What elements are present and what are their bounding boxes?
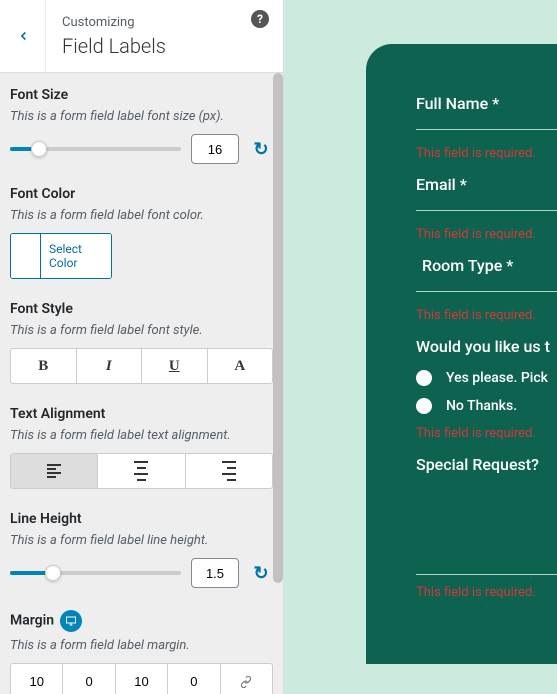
font-style-bold[interactable]: B — [11, 349, 77, 383]
font-style-case[interactable]: A — [208, 349, 273, 383]
align-right-icon — [222, 459, 236, 483]
font-style-group: B I U A — [10, 348, 273, 384]
font-size-label: Font Size — [10, 87, 273, 103]
radio-yes-label: Yes please. Pick — [446, 370, 548, 386]
line-height-desc: This is a form field label line height. — [10, 533, 273, 548]
scrollbar[interactable] — [273, 73, 283, 694]
font-style-italic[interactable]: I — [77, 349, 143, 383]
special-request-textarea[interactable] — [416, 480, 557, 558]
roomtype-field[interactable]: Room Type * — [416, 256, 557, 292]
chevron-left-icon — [16, 29, 30, 43]
margin-inputs — [10, 663, 273, 694]
roomtype-label: Room Type * — [416, 256, 557, 275]
text-align-group — [10, 453, 273, 489]
font-size-desc: This is a form field label font size (px… — [10, 109, 273, 124]
error-message: This field is required. — [416, 585, 557, 600]
margin-bottom-input[interactable] — [116, 664, 167, 694]
line-height-section: Line Height This is a form field label l… — [10, 511, 273, 588]
line-height-label: Line Height — [10, 511, 273, 527]
text-align-label: Text Alignment — [10, 406, 273, 422]
fullname-label: Full Name * — [416, 94, 557, 113]
align-right-button[interactable] — [186, 454, 272, 488]
radio-no-label: No Thanks. — [446, 398, 517, 414]
error-message: This field is required. — [416, 426, 557, 441]
font-size-section: Font Size This is a form field label fon… — [10, 87, 273, 164]
font-color-label: Font Color — [10, 186, 273, 202]
special-request-label: Special Request? — [416, 455, 557, 474]
font-style-underline[interactable]: U — [142, 349, 208, 383]
email-field[interactable]: Email * — [416, 175, 557, 211]
radio-icon — [416, 370, 432, 386]
error-message: This field is required. — [416, 308, 557, 323]
align-left-icon — [47, 462, 61, 480]
text-align-section: Text Alignment This is a form field labe… — [10, 406, 273, 489]
desktop-icon[interactable] — [60, 610, 82, 632]
error-message: This field is required. — [416, 146, 557, 161]
back-button[interactable] — [0, 0, 46, 72]
line-height-input[interactable] — [191, 558, 239, 588]
font-style-label: Font Style — [10, 301, 273, 317]
align-center-button[interactable] — [98, 454, 185, 488]
margin-right-input[interactable] — [63, 664, 114, 694]
panel-header: Customizing Field Labels ? — [0, 0, 283, 73]
preview-canvas: Full Name * This field is required. Emai… — [284, 0, 557, 694]
customizer-panel: Customizing Field Labels ? Font Size Thi… — [0, 0, 284, 694]
font-style-desc: This is a form field label font style. — [10, 323, 273, 338]
color-swatch — [11, 234, 41, 278]
text-align-desc: This is a form field label text alignmen… — [10, 428, 273, 443]
pickup-question: Would you like us t — [416, 337, 557, 356]
margin-label: Margin — [10, 610, 273, 632]
radio-icon — [416, 398, 432, 414]
line-height-reset[interactable]: ↻ — [249, 561, 273, 585]
font-style-section: Font Style This is a form field label fo… — [10, 301, 273, 384]
margin-top-input[interactable] — [11, 664, 62, 694]
align-left-button[interactable] — [11, 454, 98, 488]
color-picker[interactable]: Select Color — [10, 233, 112, 279]
panel-content: Font Size This is a form field label fon… — [0, 73, 283, 694]
margin-desc: This is a form field label margin. — [10, 638, 273, 653]
email-label: Email * — [416, 175, 557, 194]
line-height-slider[interactable] — [10, 571, 181, 575]
page-title: Field Labels — [62, 34, 267, 58]
form-preview: Full Name * This field is required. Emai… — [366, 44, 557, 664]
radio-option-yes[interactable]: Yes please. Pick — [416, 370, 557, 386]
select-color-button[interactable]: Select Color — [41, 234, 111, 278]
font-size-slider[interactable] — [10, 147, 181, 151]
font-color-section: Font Color This is a form field label fo… — [10, 186, 273, 279]
align-center-icon — [134, 459, 148, 483]
breadcrumb: Customizing — [62, 15, 267, 30]
font-size-input[interactable] — [191, 134, 239, 164]
font-size-reset[interactable]: ↻ — [249, 137, 273, 161]
radio-option-no[interactable]: No Thanks. — [416, 398, 557, 414]
error-message: This field is required. — [416, 227, 557, 242]
help-icon[interactable]: ? — [251, 10, 269, 28]
margin-link-toggle[interactable] — [221, 664, 272, 694]
margin-left-input[interactable] — [168, 664, 219, 694]
fullname-field[interactable]: Full Name * — [416, 94, 557, 130]
margin-section: Margin This is a form field label margin… — [10, 610, 273, 694]
font-color-desc: This is a form field label font color. — [10, 208, 273, 223]
